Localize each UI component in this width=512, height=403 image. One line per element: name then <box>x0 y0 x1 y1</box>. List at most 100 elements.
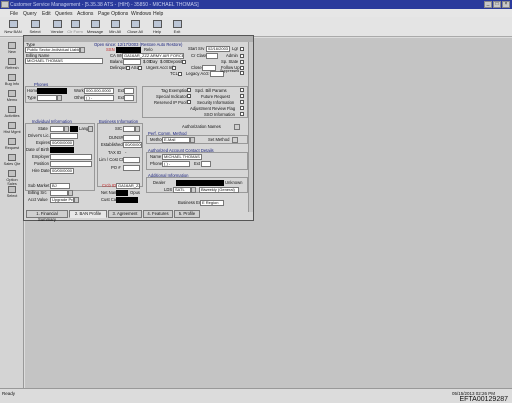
menu-edit[interactable]: Edit <box>42 11 51 17</box>
established-field[interactable]: 00/00/0000 <box>123 142 142 148</box>
asl-checkbox[interactable] <box>138 66 142 70</box>
sic-dropdown[interactable] <box>135 126 140 132</box>
tcl-checkbox[interactable] <box>178 72 182 76</box>
sidebar-item-new[interactable]: New <box>2 42 22 54</box>
employer-field[interactable] <box>50 154 92 160</box>
phone-type-dropdown[interactable] <box>57 95 62 101</box>
start-srv-field[interactable]: 02/16/2003 <box>206 46 230 52</box>
exit-button[interactable]: Exit <box>166 19 188 36</box>
security-information-checkbox[interactable] <box>240 100 244 104</box>
menu-actions[interactable]: Actions <box>77 11 93 17</box>
clear-form-button[interactable]: Clr Form <box>64 19 86 36</box>
sidebar-item-request[interactable]: Request <box>2 138 22 150</box>
new-ban-button[interactable]: New BAN <box>2 19 24 36</box>
menu-query[interactable]: Query <box>23 11 37 17</box>
billing-src-field[interactable] <box>50 190 68 196</box>
contact-phone-field[interactable]: ( ) - <box>162 161 190 167</box>
sidebar-item-hist-mgmt[interactable]: Hist Mgmt <box>2 122 22 134</box>
sp-state-checkbox[interactable] <box>240 60 244 64</box>
other-ext-field[interactable] <box>124 95 134 101</box>
lgr-checkbox[interactable] <box>240 47 244 51</box>
lds-field[interactable]: SATL <box>173 187 191 193</box>
delinquent-checkbox[interactable] <box>126 66 130 70</box>
form-scrollbar[interactable] <box>248 42 253 212</box>
menu-bar: File Query Edit Queries Actions Page Opt… <box>0 9 512 17</box>
menu-file[interactable]: File <box>10 11 18 17</box>
method-field[interactable]: E-Mail <box>162 137 190 143</box>
crcb-id-field[interactable]: GA16AR_ZZZ <box>116 183 140 189</box>
sidebar-item-bug-info[interactable]: Bug Info <box>2 74 22 86</box>
ext-field[interactable] <box>124 88 134 94</box>
message-button[interactable]: Message <box>84 19 106 36</box>
menu-help[interactable]: Help <box>153 11 163 17</box>
sic-field[interactable] <box>123 126 135 132</box>
lim-cost-ctr-field[interactable] <box>123 157 140 163</box>
hire-date-field[interactable]: 00/00/0000 <box>50 168 74 174</box>
sidebar-item-sales-qte[interactable]: Sales Qte <box>2 154 22 166</box>
urgent-acct-info-checkbox[interactable] <box>172 66 176 70</box>
tab-profile[interactable]: 5. Profile <box>174 210 200 218</box>
customer-type-dropdown[interactable] <box>80 47 85 53</box>
menu-page-options[interactable]: Page Options <box>98 11 128 17</box>
business-entity-field[interactable]: E Region <box>200 200 224 206</box>
authorization-names-button[interactable] <box>234 124 240 130</box>
bill-cycle-field[interactable]: Biweekly (General) <box>199 187 239 193</box>
follow-up-checkbox[interactable] <box>240 66 244 70</box>
special-indicators-checkbox[interactable] <box>187 94 191 98</box>
help-button[interactable]: Help <box>146 19 168 36</box>
close-all-button[interactable]: Close All <box>124 19 146 36</box>
drivers-lic-field[interactable] <box>50 133 78 139</box>
sidebar-item-select[interactable]: Select <box>2 186 22 198</box>
other-phone-field[interactable]: ( ) - <box>84 95 114 101</box>
billing-src-dropdown[interactable] <box>68 190 73 196</box>
tag-exemption-checkbox[interactable] <box>187 88 191 92</box>
option-sales-icon <box>8 170 16 177</box>
acct-value-field[interactable]: Upgrade Pro <box>50 197 74 203</box>
menu-windows[interactable]: Windows <box>131 11 151 17</box>
po-field[interactable] <box>123 165 140 171</box>
sidebar-item-memo[interactable]: Memo <box>2 90 22 102</box>
sidebar-item-option-sales[interactable]: Option Sales <box>2 170 22 186</box>
tab-ban-profile[interactable]: 2. BAN Profile <box>69 210 107 218</box>
duns-field[interactable] <box>123 135 140 141</box>
work-phone-field[interactable]: 000-000-0000 <box>84 88 114 94</box>
cr-class-field[interactable] <box>206 53 218 59</box>
minimize-button[interactable]: _ <box>484 1 492 8</box>
lang-dropdown[interactable] <box>88 126 93 132</box>
admin-checkbox[interactable] <box>240 54 244 58</box>
contact-ext-field[interactable] <box>201 161 211 167</box>
min-all-button[interactable]: Min All <box>104 19 126 36</box>
sp-state-label: Sp. State <box>221 59 239 64</box>
expires-field[interactable]: 00/00/0000 <box>50 140 74 146</box>
state-label: State <box>38 126 48 131</box>
lds-dropdown[interactable] <box>191 187 196 193</box>
deposit-value: $.00 <box>160 59 169 64</box>
suppressed-checkbox[interactable] <box>240 71 244 75</box>
deposit-checkbox[interactable] <box>182 60 186 64</box>
phone-type-field[interactable] <box>37 95 57 101</box>
billing-name-field[interactable]: MICHAEL THOMAS <box>25 58 103 64</box>
sidebar-item-activities[interactable]: Activities <box>2 106 22 118</box>
method-dropdown[interactable] <box>190 137 195 143</box>
tab-financial-summary[interactable]: 1. Financial Summary <box>26 210 68 222</box>
close-button[interactable]: × <box>502 1 510 8</box>
tab-features[interactable]: 4. Features <box>143 210 173 218</box>
state-field[interactable] <box>50 126 64 132</box>
spcl-bill-params-checkbox[interactable] <box>240 88 244 92</box>
future-request-checkbox[interactable] <box>240 94 244 98</box>
maximize-button[interactable]: □ <box>493 1 501 8</box>
security-information-label: Security Information <box>197 100 235 105</box>
set-method-button[interactable] <box>232 137 238 143</box>
contact-name-field[interactable]: MICHAEL THOMAS <box>162 154 202 160</box>
sub-market-field[interactable]: BJ <box>50 183 70 189</box>
adjustment-review-flag-checkbox[interactable] <box>240 106 244 110</box>
select-button[interactable]: Select <box>24 19 46 36</box>
state-dropdown[interactable] <box>64 126 69 132</box>
position-field[interactable] <box>50 161 92 167</box>
sso-information-checkbox[interactable] <box>240 112 244 116</box>
acct-value-dropdown[interactable] <box>74 197 79 203</box>
menu-queries[interactable]: Queries <box>55 11 73 17</box>
sidebar-item-refresh[interactable]: Refresh <box>2 58 22 70</box>
tab-agreement[interactable]: 3. Agreement <box>108 210 142 218</box>
reserved-ip-pool-checkbox[interactable] <box>187 100 191 104</box>
